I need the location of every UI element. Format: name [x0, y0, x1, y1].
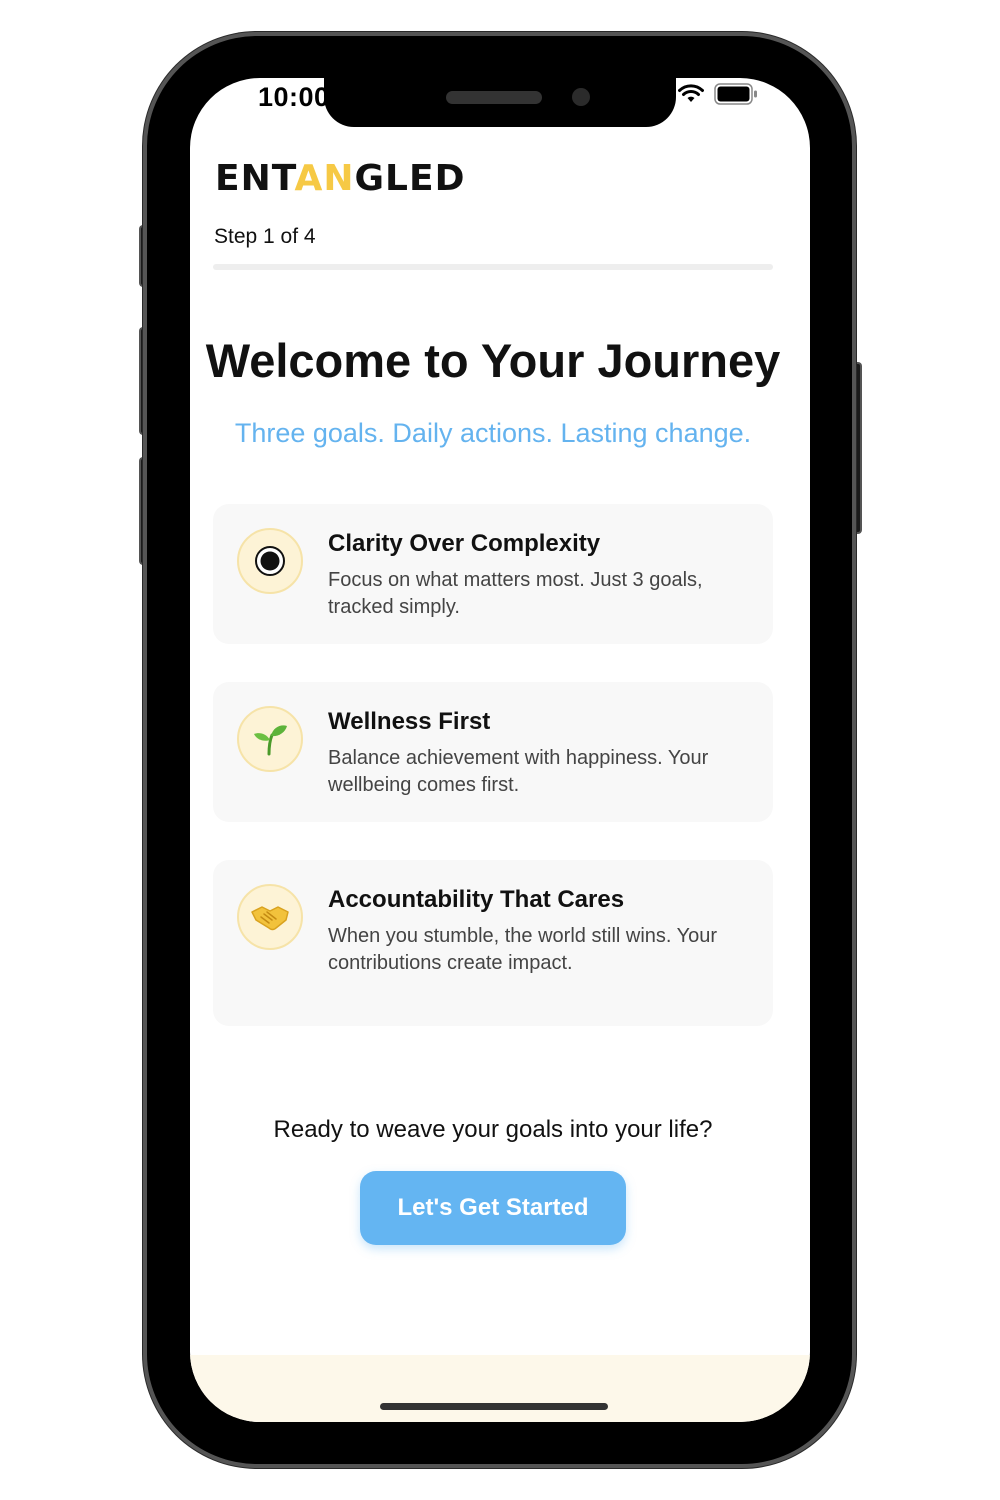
notch: [324, 78, 676, 127]
step-indicator: Step 1 of 4: [214, 225, 316, 248]
logo-prefix: ENT: [215, 158, 295, 199]
battery-icon: [714, 82, 758, 110]
speaker-grille: [446, 91, 542, 104]
target-icon: [237, 528, 303, 594]
app-logo: ENTANGLED: [215, 158, 465, 199]
phone-screen: 10:00 ENTANGLED Step 1 of 4 Welcome to Y…: [190, 78, 810, 1422]
seedling-icon: [237, 706, 303, 772]
wifi-icon: [678, 83, 704, 109]
card-description: Focus on what matters most. Just 3 goals…: [328, 569, 703, 618]
progress-bar: [213, 264, 773, 270]
feature-card-accountability: Accountability That Cares When you stumb…: [213, 860, 773, 1026]
status-icons: [678, 82, 758, 110]
card-description: Balance achievement with happiness. Your…: [328, 747, 709, 796]
power-button: [851, 362, 862, 534]
handshake-icon: [237, 884, 303, 950]
front-camera: [572, 88, 590, 106]
card-title: Accountability That Cares: [328, 886, 625, 913]
page-subtitle: Three goals. Daily actions. Lasting chan…: [234, 418, 752, 448]
card-title: Wellness First: [328, 708, 491, 735]
feature-card-clarity: Clarity Over Complexity Focus on what ma…: [213, 504, 773, 644]
bottom-area: [190, 1355, 810, 1422]
feature-card-wellness: Wellness First Balance achievement with …: [213, 682, 773, 822]
status-time: 10:00: [258, 82, 330, 112]
home-indicator[interactable]: [380, 1403, 608, 1410]
page-title: Welcome to Your Journey: [205, 334, 781, 387]
cta-prompt: Ready to weave your goals into your life…: [273, 1116, 713, 1143]
logo-accent: AN: [294, 158, 355, 199]
card-description: When you stumble, the world still wins. …: [328, 925, 718, 974]
card-title: Clarity Over Complexity: [328, 530, 601, 557]
logo-suffix: GLED: [354, 158, 466, 199]
get-started-button[interactable]: Let's Get Started: [360, 1171, 626, 1245]
